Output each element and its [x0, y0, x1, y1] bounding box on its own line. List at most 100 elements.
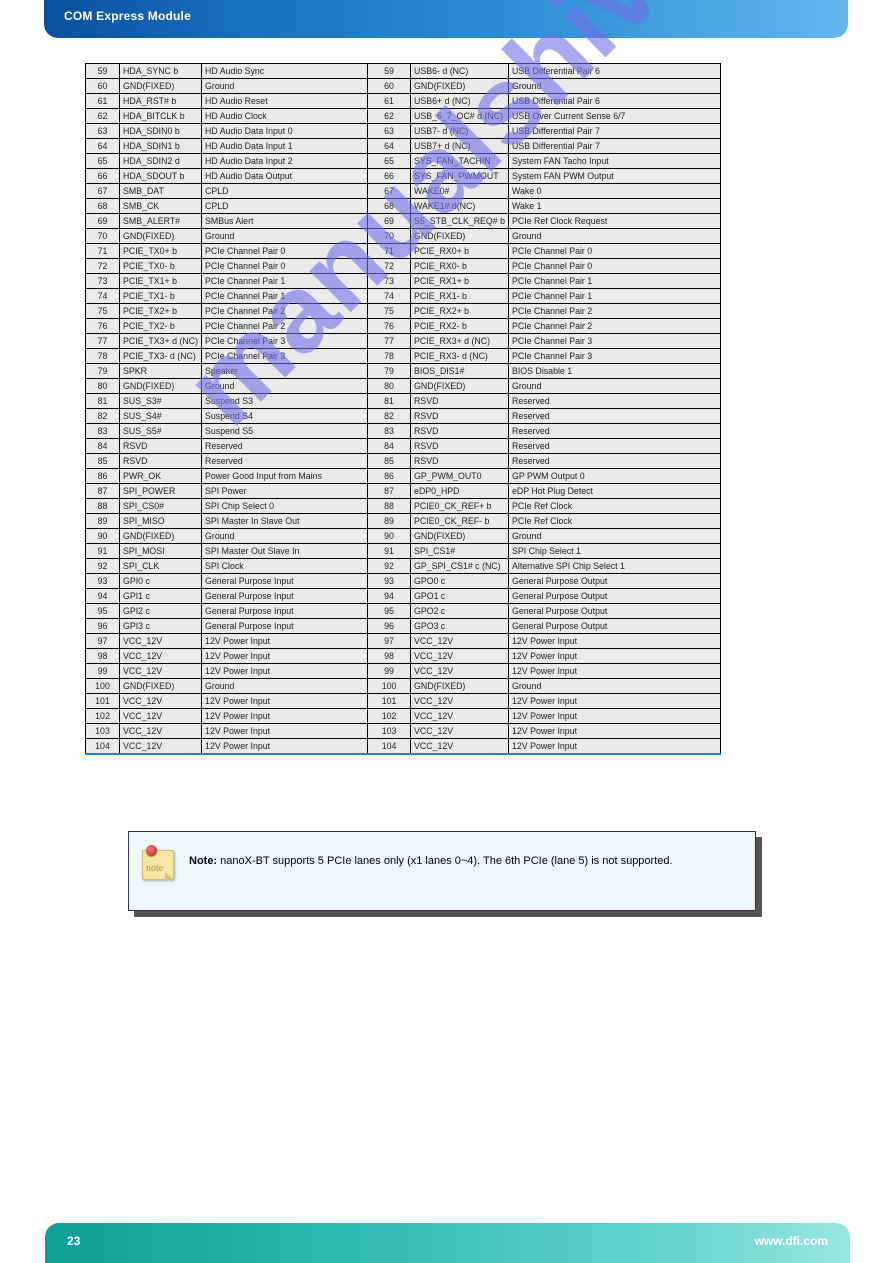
table-row: 70GND(FIXED)Ground70GND(FIXED)Ground [86, 229, 721, 244]
cell: PCIe Channel Pair 3 [509, 334, 721, 349]
cell: 12V Power Input [202, 724, 368, 739]
header-banner: COM Express Module [44, 0, 848, 38]
cell: PCIE_TX0+ b [120, 244, 202, 259]
cell: HD Audio Data Input 0 [202, 124, 368, 139]
cell: PCIe Channel Pair 1 [509, 289, 721, 304]
note-fold-icon [165, 872, 174, 880]
cell: VCC_12V [120, 694, 202, 709]
table-row: 64HDA_SDIN1 bHD Audio Data Input 164USB7… [86, 139, 721, 154]
cell: VCC_12V [411, 709, 509, 724]
cell: USB Differential Pair 7 [509, 124, 721, 139]
cell: USB7+ d (NC) [411, 139, 509, 154]
cell: 89 [86, 514, 120, 529]
cell: Ground [202, 229, 368, 244]
cell: RSVD [411, 409, 509, 424]
cell: RSVD [411, 439, 509, 454]
cell: 88 [86, 499, 120, 514]
cell: Power Good Input from Mains [202, 469, 368, 484]
cell: General Purpose Output [509, 604, 721, 619]
cell: 83 [86, 424, 120, 439]
cell: Suspend S5 [202, 424, 368, 439]
cell: 73 [368, 274, 411, 289]
cell: 95 [86, 604, 120, 619]
cell: VCC_12V [411, 724, 509, 739]
cell: 99 [368, 664, 411, 679]
cell: PCIE_RX1+ b [411, 274, 509, 289]
cell: 101 [368, 694, 411, 709]
note-box: note Note: nanoX-BT supports 5 PCIe lane… [128, 831, 756, 911]
cell: PCIe Channel Pair 0 [202, 244, 368, 259]
cell: Wake 0 [509, 184, 721, 199]
cell: Reserved [509, 439, 721, 454]
cell: 66 [86, 169, 120, 184]
cell: 83 [368, 424, 411, 439]
cell: GPI0 c [120, 574, 202, 589]
cell: BIOS_DIS1# [411, 364, 509, 379]
cell: PCIe Channel Pair 2 [509, 319, 721, 334]
note-icon-label: note [146, 863, 163, 874]
cell: 99 [86, 664, 120, 679]
cell: 81 [368, 394, 411, 409]
cell: 85 [86, 454, 120, 469]
cell: 64 [368, 139, 411, 154]
cell: 84 [86, 439, 120, 454]
cell: 67 [86, 184, 120, 199]
cell: 84 [368, 439, 411, 454]
table-row: 59HDA_SYNC bHD Audio Sync59USB6- d (NC)U… [86, 64, 721, 79]
cell: eDP0_HPD [411, 484, 509, 499]
table-row: 100GND(FIXED)Ground100GND(FIXED)Ground [86, 679, 721, 694]
cell: Reserved [509, 424, 721, 439]
cell: Ground [509, 229, 721, 244]
cell: 12V Power Input [202, 664, 368, 679]
cell: PCIE0_CK_REF- b [411, 514, 509, 529]
cell: 90 [86, 529, 120, 544]
cell: GND(FIXED) [120, 679, 202, 694]
cell: HD Audio Sync [202, 64, 368, 79]
cell: 77 [86, 334, 120, 349]
table-row: 71PCIE_TX0+ bPCIe Channel Pair 071PCIE_R… [86, 244, 721, 259]
cell: VCC_12V [120, 724, 202, 739]
pushpin-icon [146, 845, 157, 856]
cell: S5_STB_CLK_REQ# b [411, 214, 509, 229]
cell: GP PWM Output 0 [509, 469, 721, 484]
cell: GND(FIXED) [411, 79, 509, 94]
cell: 103 [368, 724, 411, 739]
table-row: 60GND(FIXED)Ground60GND(FIXED)Ground [86, 79, 721, 94]
cell: General Purpose Output [509, 574, 721, 589]
cell: 12V Power Input [509, 649, 721, 664]
cell: SMB_CK [120, 199, 202, 214]
table-row: 77PCIE_TX3+ d (NC)PCIe Channel Pair 377P… [86, 334, 721, 349]
cell: VCC_12V [411, 739, 509, 755]
cell: HDA_BITCLK b [120, 109, 202, 124]
cell: Alternative SPI Chip Select 1 [509, 559, 721, 574]
cell: Ground [202, 379, 368, 394]
cell: Ground [509, 379, 721, 394]
cell: 74 [368, 289, 411, 304]
cell: 62 [86, 109, 120, 124]
table-row: 101VCC_12V12V Power Input101VCC_12V12V P… [86, 694, 721, 709]
cell: USB7- d (NC) [411, 124, 509, 139]
table-row: 68SMB_CKCPLD68WAKE1# d(NC)Wake 1 [86, 199, 721, 214]
cell: 62 [368, 109, 411, 124]
cell: Suspend S4 [202, 409, 368, 424]
cell: CPLD [202, 184, 368, 199]
cell: 74 [86, 289, 120, 304]
cell: 75 [86, 304, 120, 319]
cell: SPI Clock [202, 559, 368, 574]
cell: SYS_FAN_TACHIN [411, 154, 509, 169]
cell: GND(FIXED) [120, 379, 202, 394]
cell: PCIe Channel Pair 0 [202, 259, 368, 274]
cell: PCIe Channel Pair 0 [509, 259, 721, 274]
cell: 103 [86, 724, 120, 739]
cell: 98 [86, 649, 120, 664]
cell: PCIE_TX2- b [120, 319, 202, 334]
cell: 91 [368, 544, 411, 559]
cell: HD Audio Data Output [202, 169, 368, 184]
cell: BIOS Disable 1 [509, 364, 721, 379]
header-title: COM Express Module [64, 9, 191, 23]
table-row: 72PCIE_TX0- bPCIe Channel Pair 072PCIE_R… [86, 259, 721, 274]
table-row: 85RSVDReserved85RSVDReserved [86, 454, 721, 469]
table-row: 86PWR_OKPower Good Input from Mains86GP_… [86, 469, 721, 484]
cell: General Purpose Input [202, 589, 368, 604]
cell: 98 [368, 649, 411, 664]
